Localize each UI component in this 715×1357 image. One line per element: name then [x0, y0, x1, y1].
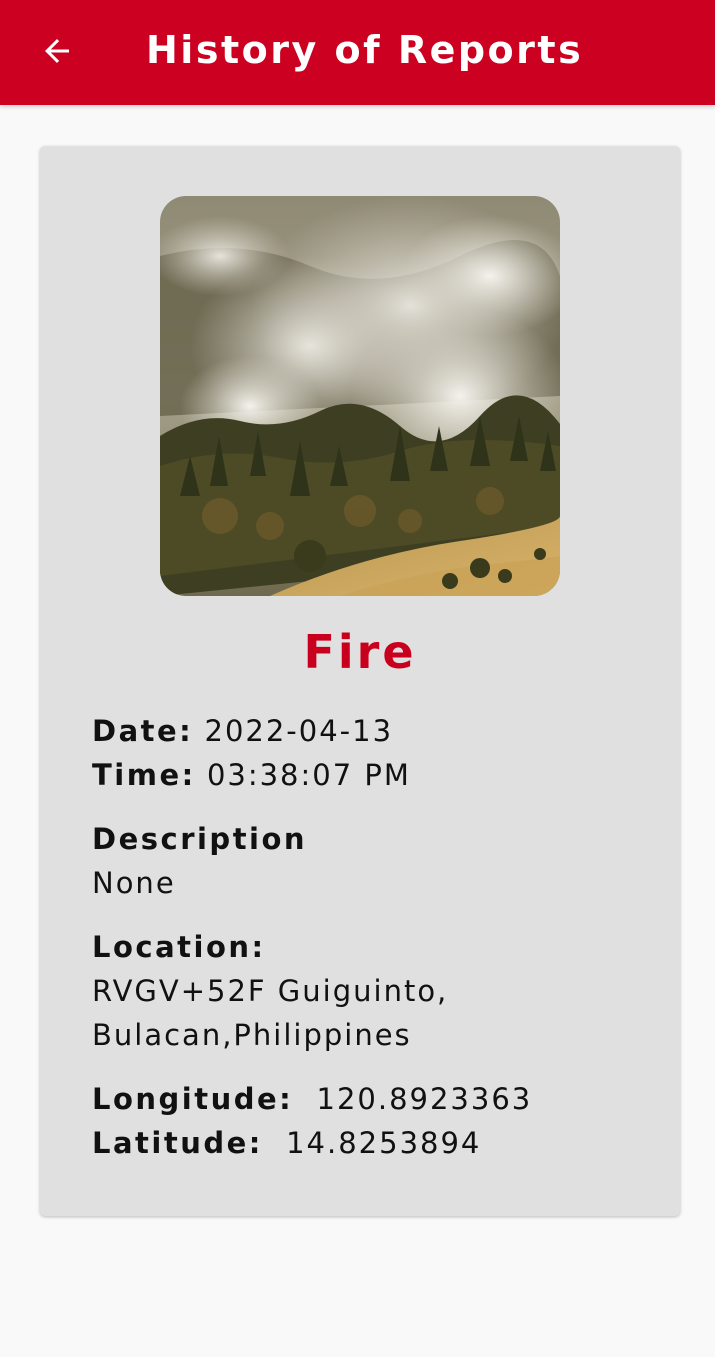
location-line-2: Bulacan,Philippines: [92, 1018, 412, 1052]
date-label: Date:: [92, 714, 194, 748]
latitude-value: 14.8253894: [286, 1126, 482, 1160]
longitude-value: 120.8923363: [316, 1082, 533, 1116]
report-card: Fire Date: 2022-04-13 Time: 03:38:07 PM …: [40, 146, 680, 1216]
time-value: 03:38:07 PM: [206, 758, 411, 792]
longitude-row: Longitude: 120.8923363: [92, 1079, 532, 1119]
longitude-label: Longitude:: [92, 1082, 294, 1116]
arrow-left-icon: [45, 39, 69, 63]
time-row: Time: 03:38:07 PM: [92, 755, 411, 795]
latitude-label: Latitude:: [92, 1126, 263, 1160]
time-label: Time:: [92, 758, 196, 792]
description-label: Description: [92, 822, 308, 856]
back-button[interactable]: [30, 24, 84, 78]
page-title: History of Reports: [146, 28, 584, 72]
date-row: Date: 2022-04-13: [92, 711, 393, 751]
description-value: None: [92, 866, 176, 900]
app-bar: History of Reports: [0, 0, 715, 105]
location-label: Location:: [92, 930, 266, 964]
location-line-1: RVGV+52F Guiguinto,: [92, 974, 449, 1008]
report-type-title: Fire: [303, 625, 417, 679]
date-value: 2022-04-13: [204, 714, 394, 748]
report-photo: [160, 196, 560, 596]
latitude-row: Latitude: 14.8253894: [92, 1123, 481, 1163]
